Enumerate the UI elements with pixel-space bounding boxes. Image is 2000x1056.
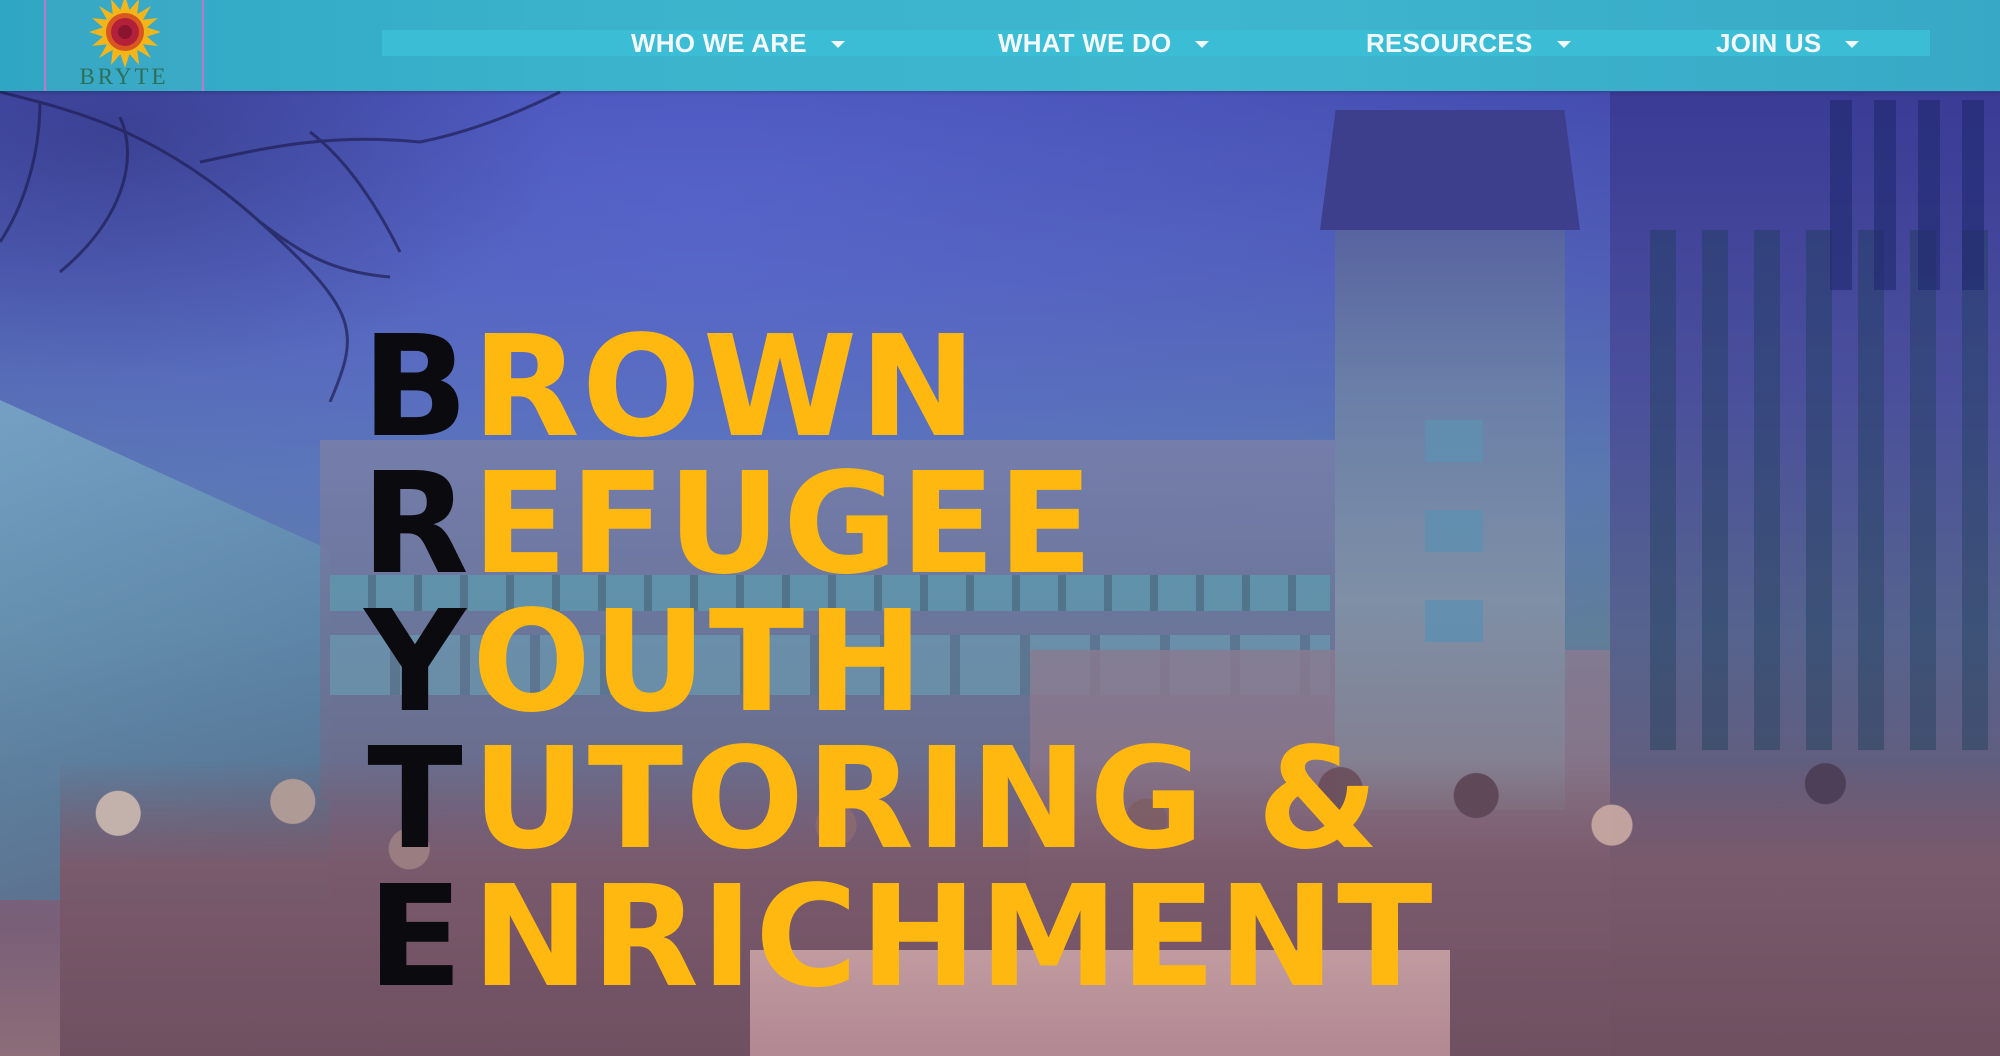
acronym-initial: R	[361, 443, 469, 606]
acronym-initial: Y	[364, 581, 466, 744]
nav-resources[interactable]: RESOURCES	[1366, 22, 1571, 64]
right-building-windows	[1650, 230, 1990, 750]
nav-what-we-do[interactable]: WHAT WE DO	[998, 22, 1210, 64]
chevron-down-icon	[1845, 40, 1860, 48]
acronym-word: NRICHMENT	[472, 856, 1435, 1019]
sun-logo-icon	[89, 0, 161, 68]
top-navbar: BRYTE WHO WE ARE WHAT WE DO RESOURCES JO…	[0, 0, 2000, 91]
acronym-initial: T	[367, 718, 463, 881]
acronym-word: UTORING &	[472, 718, 1381, 881]
nav-join-us[interactable]: JOIN US	[1716, 22, 1860, 64]
nav-who-we-are[interactable]: WHO WE ARE	[631, 22, 845, 64]
chevron-down-icon	[1195, 40, 1210, 48]
right-building-upper-windows	[1830, 100, 2000, 290]
logo-link[interactable]: BRYTE	[44, 0, 204, 91]
chevron-down-icon	[830, 40, 845, 48]
tower-windows	[1425, 420, 1483, 650]
nav-resources-label: RESOURCES	[1366, 27, 1533, 58]
acronym-word: OUTH	[472, 581, 926, 744]
nav-join-us-label: JOIN US	[1716, 27, 1822, 58]
nav-who-we-are-label: WHO WE ARE	[631, 27, 807, 58]
acronym-initial: B	[361, 306, 469, 469]
acronym-word: EFUGEE	[472, 443, 1096, 606]
tower-top	[1320, 110, 1580, 230]
logo-wordmark: BRYTE	[79, 64, 169, 89]
acronym-initial: E	[367, 856, 463, 1019]
nav-what-we-do-label: WHAT WE DO	[998, 27, 1172, 58]
acronym-word: ROWN	[472, 306, 979, 469]
chevron-down-icon	[1556, 40, 1571, 48]
